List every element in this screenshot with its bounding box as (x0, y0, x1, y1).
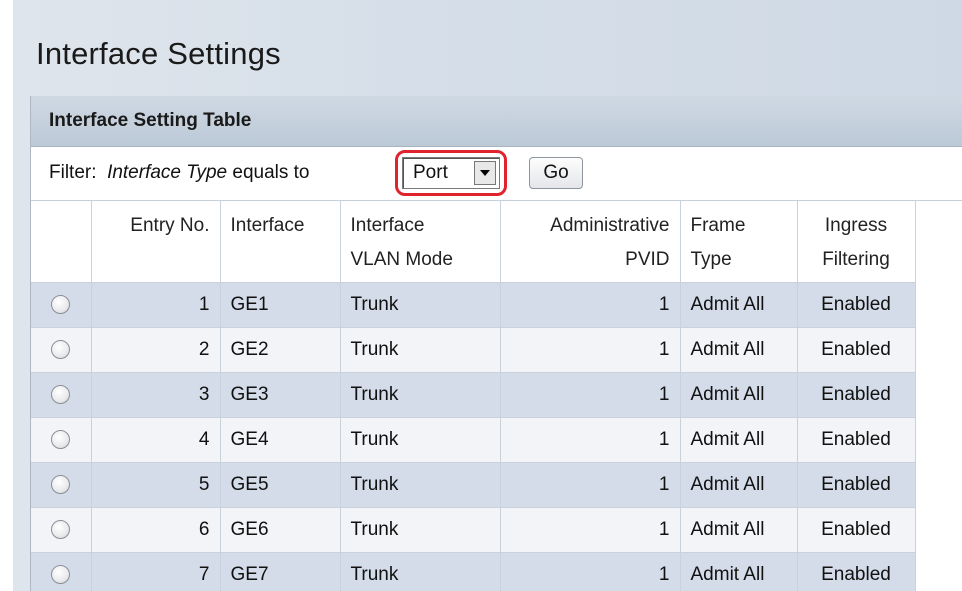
row-select-cell[interactable] (31, 552, 92, 591)
row-select-cell[interactable] (31, 372, 92, 418)
column-header: Entry No. (91, 201, 221, 283)
row-radio-button[interactable] (51, 384, 71, 404)
cell-mode: Trunk (340, 552, 501, 591)
row-select-cell[interactable] (31, 417, 92, 463)
cell-frame: Admit All (680, 552, 798, 591)
cell-frame: Admit All (680, 282, 798, 328)
select-value: Port (413, 162, 448, 183)
cell-pvid: 1 (500, 507, 681, 553)
row-radio-button[interactable] (51, 294, 71, 314)
dropdown-arrow-icon[interactable] (474, 161, 496, 185)
interface-setting-panel: Interface Setting Table Filter: Interfac… (30, 96, 962, 591)
row-radio-button[interactable] (51, 564, 71, 584)
table-row[interactable]: 2 GE2 Trunk 1 Admit All Enabled (31, 327, 916, 373)
cell-frame: Admit All (680, 507, 798, 553)
cell-pvid: 1 (500, 462, 681, 508)
row-radio-button[interactable] (51, 429, 71, 449)
filter-field: Interface Type (107, 162, 228, 183)
cell-mode: Trunk (340, 327, 501, 373)
filter-bar: Filter: Interface Type equals to Port Go (31, 147, 962, 201)
table-row[interactable]: 3 GE3 Trunk 1 Admit All Enabled (31, 372, 916, 418)
column-header-line1: Frame (690, 215, 746, 236)
cell-pvid: 1 (500, 552, 681, 591)
cell-entry: 6 (91, 507, 221, 553)
cell-interface: GE4 (220, 417, 341, 463)
column-header: Administrative PVID (500, 201, 681, 283)
column-header-line1: Interface (350, 215, 425, 236)
cell-entry: 2 (91, 327, 221, 373)
cell-interface: GE1 (220, 282, 341, 328)
cell-entry: 4 (91, 417, 221, 463)
table-title-bar: Interface Setting Table (31, 96, 962, 147)
table-title: Interface Setting Table (49, 110, 252, 131)
row-select-cell[interactable] (31, 462, 92, 508)
page-title: Interface Settings (36, 36, 281, 71)
column-header: Interface (220, 201, 341, 283)
cell-frame: Admit All (680, 327, 798, 373)
row-radio-button[interactable] (51, 519, 71, 539)
row-select-cell[interactable] (31, 282, 92, 328)
column-header-line1: Entry No. (130, 215, 210, 236)
cell-frame: Admit All (680, 462, 798, 508)
interface-table: Entry No. Interface Interface VLAN Mode Admi… (31, 201, 916, 591)
cell-frame: Admit All (680, 417, 798, 463)
cell-interface: GE5 (220, 462, 341, 508)
column-header-line1: Ingress (824, 215, 888, 236)
cell-entry: 3 (91, 372, 221, 418)
row-radio-button[interactable] (51, 474, 71, 494)
column-header: Ingress Filtering (797, 201, 916, 283)
column-header (31, 201, 92, 283)
column-header-line2: Filtering (822, 249, 890, 270)
column-header-line2: Type (690, 249, 732, 270)
cell-ingress: Enabled (797, 282, 916, 328)
table-row[interactable]: 4 GE4 Trunk 1 Admit All Enabled (31, 417, 916, 463)
table-row[interactable]: 5 GE5 Trunk 1 Admit All Enabled (31, 462, 916, 508)
cell-mode: Trunk (340, 417, 501, 463)
table-row[interactable]: 6 GE6 Trunk 1 Admit All Enabled (31, 507, 916, 553)
cell-frame: Admit All (680, 372, 798, 418)
column-header-line1: Administrative (550, 215, 670, 236)
cell-pvid: 1 (500, 372, 681, 418)
cell-ingress: Enabled (797, 462, 916, 508)
column-header-line1: Interface (230, 215, 305, 236)
cell-pvid: 1 (500, 417, 681, 463)
cell-entry: 7 (91, 552, 221, 591)
row-select-cell[interactable] (31, 327, 92, 373)
filter-label: Filter: Interface Type equals to (49, 162, 310, 184)
table-row[interactable]: 1 GE1 Trunk 1 Admit All Enabled (31, 282, 916, 328)
column-header-line2: PVID (625, 249, 670, 270)
cell-pvid: 1 (500, 327, 681, 373)
cell-pvid: 1 (500, 282, 681, 328)
filter-suffix: equals to (232, 162, 310, 183)
cell-ingress: Enabled (797, 327, 916, 373)
cell-interface: GE6 (220, 507, 341, 553)
cell-mode: Trunk (340, 507, 501, 553)
interface-type-select[interactable]: Port (402, 157, 500, 189)
go-button[interactable]: Go (529, 157, 583, 189)
table-header-row: Entry No. Interface Interface VLAN Mode Admi… (31, 201, 916, 283)
cell-mode: Trunk (340, 462, 501, 508)
cell-ingress: Enabled (797, 507, 916, 553)
cell-entry: 1 (91, 282, 221, 328)
column-header: Frame Type (680, 201, 798, 283)
cell-entry: 5 (91, 462, 221, 508)
cell-mode: Trunk (340, 282, 501, 328)
cell-ingress: Enabled (797, 417, 916, 463)
cell-ingress: Enabled (797, 552, 916, 591)
column-header: Interface VLAN Mode (340, 201, 501, 283)
filter-prefix: Filter: (49, 162, 97, 183)
cell-ingress: Enabled (797, 372, 916, 418)
cell-interface: GE3 (220, 372, 341, 418)
cell-interface: GE7 (220, 552, 341, 591)
table-row[interactable]: 7 GE7 Trunk 1 Admit All Enabled (31, 552, 916, 591)
row-radio-button[interactable] (51, 339, 71, 359)
cell-mode: Trunk (340, 372, 501, 418)
column-header-line2: VLAN Mode (350, 249, 453, 270)
row-select-cell[interactable] (31, 507, 92, 553)
cell-interface: GE2 (220, 327, 341, 373)
